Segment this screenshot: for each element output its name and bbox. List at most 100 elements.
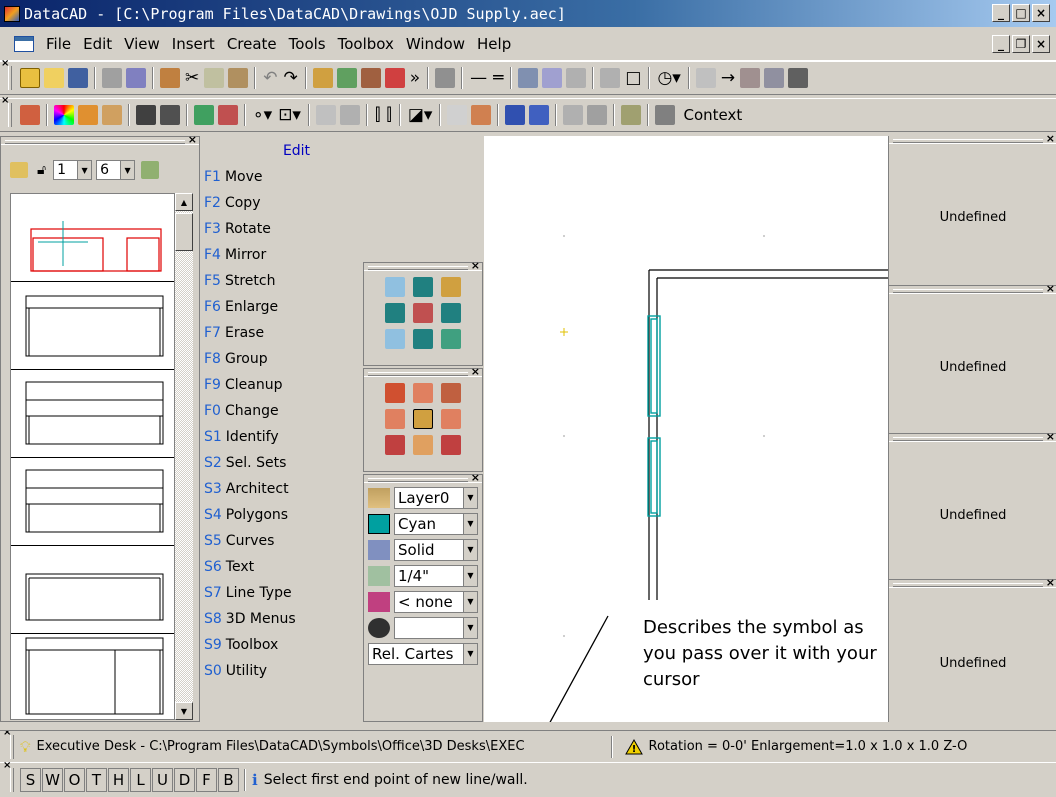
status-grip[interactable] (3, 731, 14, 759)
copy-entity-icon[interactable] (315, 105, 336, 125)
menu-create[interactable]: Create (221, 35, 283, 53)
circle-dropdown-icon[interactable]: ◷▾ (657, 68, 680, 88)
edit-menu-item[interactable]: F5 Stretch (200, 268, 363, 294)
view-key-button[interactable]: T (86, 768, 107, 792)
edit-menu-item[interactable]: F2 Copy (200, 190, 363, 216)
edit-menu-item[interactable]: F1 Move (200, 164, 363, 190)
zoom-dropdown-icon[interactable]: ◪▾ (408, 105, 433, 125)
menu-window[interactable]: Window (400, 35, 471, 53)
spellcheck-icon[interactable] (126, 68, 146, 88)
double-line-icon[interactable]: ═ (493, 68, 503, 88)
menu-file[interactable]: File (40, 35, 77, 53)
zoom-pencil-icon[interactable] (441, 277, 461, 297)
text-abc-icon[interactable] (695, 68, 716, 88)
measure-icon[interactable] (621, 105, 642, 125)
linetype-combo[interactable]: Solid ▼ (394, 538, 478, 561)
document-icon[interactable] (14, 35, 34, 52)
rectangle-icon[interactable]: □ (625, 68, 641, 88)
pan-left-icon[interactable] (385, 303, 405, 323)
edit-menu-item[interactable]: S5 Curves (200, 528, 363, 554)
edit-menu-item[interactable]: F0 Change (200, 398, 363, 424)
edit-menu-item[interactable]: S9 Toolbox (200, 632, 363, 658)
menu-insert[interactable]: Insert (166, 35, 221, 53)
symbol-columns-combo[interactable]: 1 ▼ (53, 160, 93, 180)
head-view-icon[interactable] (413, 383, 433, 403)
view-key-button[interactable]: S (20, 768, 41, 792)
symbol-rows-combo[interactable]: 6 ▼ (96, 160, 136, 180)
render-icon[interactable] (218, 105, 238, 125)
iso-view-icon[interactable] (385, 435, 405, 455)
zoom-in-icon[interactable] (385, 277, 405, 297)
toolbar2-grip[interactable] (1, 95, 12, 127)
move-entity-icon[interactable] (339, 105, 360, 125)
edit-menu-item[interactable]: F7 Erase (200, 320, 363, 346)
menu-help[interactable]: Help (471, 35, 517, 53)
edit-menu-item[interactable]: S0 Utility (200, 658, 363, 684)
context-label[interactable]: Context (683, 106, 742, 124)
iso-view2-icon[interactable] (441, 435, 461, 455)
symbol-thumbnail[interactable] (11, 370, 174, 458)
grid-icon[interactable] (788, 68, 809, 88)
plan-view-icon[interactable] (413, 409, 433, 429)
pan-right-icon[interactable] (441, 303, 461, 323)
minimize-button[interactable]: _ (992, 4, 1010, 22)
datacad-app-icon[interactable] (4, 5, 20, 22)
zoom-out-icon[interactable] (385, 329, 405, 349)
symbol-list-scrollbar[interactable]: ▲ ▼ (175, 193, 193, 720)
mirror2-icon[interactable]: ⫿ (386, 105, 391, 125)
copy-icon[interactable] (204, 68, 225, 88)
view4-close-icon[interactable]: × (1046, 576, 1055, 589)
symbol-thumbnail[interactable] (11, 546, 174, 634)
zoom-palette-close-icon[interactable]: × (471, 259, 480, 272)
head-back-icon[interactable] (413, 435, 433, 455)
doc-close-button[interactable]: × (1032, 35, 1050, 53)
view-key-button[interactable]: H (108, 768, 129, 792)
maximize-button[interactable]: □ (1012, 4, 1030, 22)
polygon-icon[interactable] (600, 68, 621, 88)
single-line-icon[interactable]: — (470, 68, 487, 88)
house-view2-icon[interactable] (441, 383, 461, 403)
picture-icon[interactable] (336, 68, 357, 88)
hatch-icon[interactable] (368, 591, 390, 612)
view-key-button[interactable]: L (130, 768, 151, 792)
snap2-dropdown-icon[interactable]: ⊡▾ (278, 105, 301, 125)
new-icon[interactable] (20, 68, 40, 88)
pan-down-icon[interactable] (413, 329, 433, 349)
context-icon[interactable] (655, 105, 676, 125)
edit-menu-item[interactable]: F9 Cleanup (200, 372, 363, 398)
view-key-button[interactable]: U (152, 768, 173, 792)
edit-menu-item[interactable]: S4 Polygons (200, 502, 363, 528)
view3-close-icon[interactable]: × (1046, 430, 1055, 443)
doc-restore-button[interactable]: ❐ (1012, 35, 1030, 53)
arrow-icon[interactable]: → (721, 68, 735, 88)
clipboard-icon[interactable] (160, 68, 180, 88)
view-key-button[interactable]: B (218, 768, 239, 792)
edit-menu-item[interactable]: S1 Identify (200, 424, 363, 450)
layers-icon[interactable] (368, 487, 390, 508)
print-icon[interactable] (102, 68, 122, 88)
edit-menu-item[interactable]: S7 Line Type (200, 580, 363, 606)
edit-menu-item[interactable]: F3 Rotate (200, 216, 363, 242)
view-palette-close-icon[interactable]: × (471, 365, 480, 378)
view2-close-icon[interactable]: × (1046, 282, 1055, 295)
symbol-thumbnail[interactable] (11, 194, 174, 282)
fly-icon[interactable] (160, 105, 180, 125)
coordinate-mode-combo[interactable]: Rel. Cartes ▼ (368, 642, 478, 665)
context-tool-icon[interactable] (20, 105, 40, 125)
redo-icon[interactable]: ↷ (284, 68, 298, 88)
color-combo[interactable]: Cyan ▼ (394, 512, 478, 535)
overflow-chevron-icon[interactable]: » (410, 68, 420, 88)
save-icon[interactable] (68, 68, 88, 88)
layer-combo[interactable]: Layer0 ▼ (394, 486, 478, 509)
linetype-icon[interactable] (368, 539, 390, 560)
hatch-combo[interactable]: < none ▼ (394, 590, 478, 613)
box-icon[interactable] (78, 105, 98, 125)
view-key-button[interactable]: O (64, 768, 85, 792)
edit-menu-item[interactable]: S6 Text (200, 554, 363, 580)
pan-up-icon[interactable] (413, 277, 433, 297)
menu-edit[interactable]: Edit (77, 35, 118, 53)
pencil-icon[interactable] (471, 105, 492, 125)
head-right-icon[interactable] (441, 409, 461, 429)
spacing-icon[interactable] (368, 565, 390, 586)
prompt-grip[interactable] (3, 760, 14, 792)
